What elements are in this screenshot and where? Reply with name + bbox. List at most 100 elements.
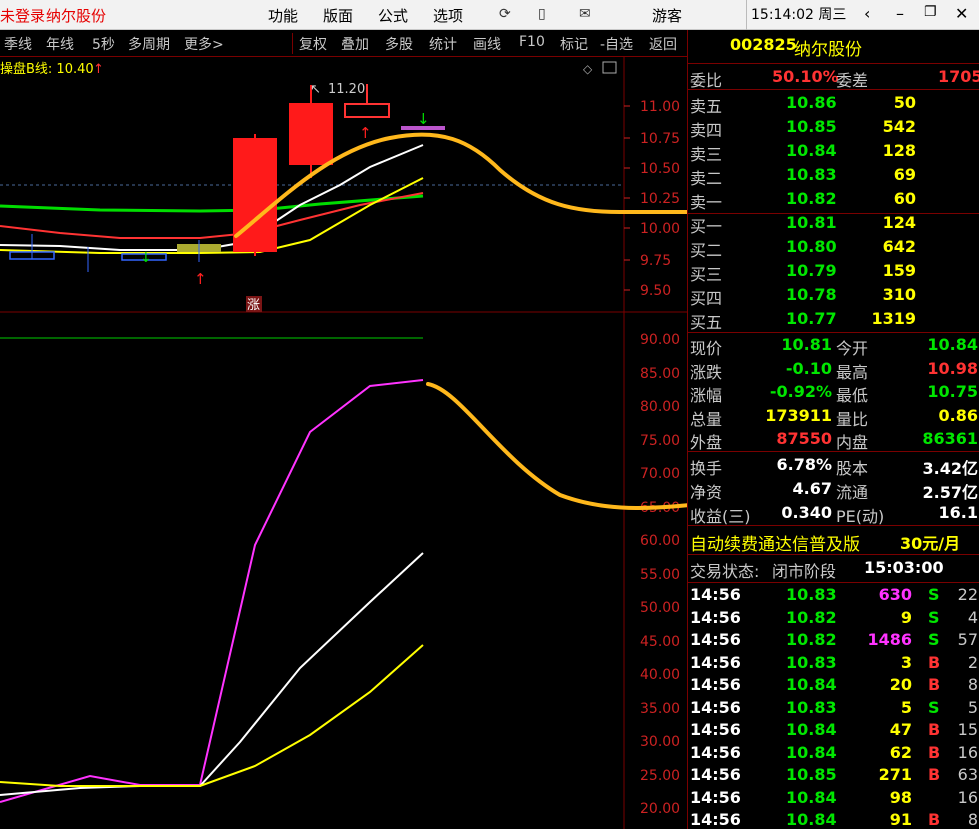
stat-label: 净资 <box>690 483 723 502</box>
bid-row[interactable]: 买五 10.77 1319 <box>688 308 979 332</box>
promo-price[interactable]: 30元/月 <box>900 530 960 554</box>
menu-function[interactable]: 功能 <box>268 5 298 26</box>
tick-price: 10.83 <box>786 652 837 672</box>
stat-value: 86361 <box>922 429 978 448</box>
stat-row: 涨跌 -0.10 最高 10.98 <box>688 358 979 382</box>
bid-label: 买四 <box>690 289 723 308</box>
tick-row[interactable]: 14:56 10.83 5 S 5 <box>688 697 979 720</box>
bid-row[interactable]: 买二 10.80 642 <box>688 236 979 260</box>
stat-row: 涨幅 -0.92% 最低 10.75 <box>688 381 979 405</box>
tick-time: 14:56 <box>690 697 741 717</box>
trading-app-window: 未登录 纳尔股份 功能 版面 公式 选项 ⟳ ▯ ✉ 游客 15:14:02 周… <box>0 0 979 829</box>
quote-panel: 002825 纳尔股份 委比 50.10% 委差 1705 卖五 10.86 50 卖… <box>687 30 979 829</box>
window-stock-title: 纳尔股份 <box>46 7 107 25</box>
tick-row[interactable]: 14:56 10.83 3 B 2 <box>688 652 979 675</box>
ask-row[interactable]: 卖五 10.86 50 <box>688 92 979 116</box>
bid-volume: 310 <box>882 285 916 304</box>
pane-maximize-icon[interactable] <box>602 61 617 74</box>
tick-row[interactable]: 14:56 10.83 630 S 22 <box>688 584 979 607</box>
peak-price-label: ↖ <box>310 82 321 97</box>
candlesticks <box>9 84 445 272</box>
ask-row[interactable]: 卖二 10.83 69 <box>688 164 979 188</box>
statistics-button[interactable]: 统计 <box>429 34 457 54</box>
menu-layout[interactable]: 版面 <box>323 5 353 26</box>
mark-button[interactable]: 标记 <box>560 34 588 54</box>
bid-row[interactable]: 买一 10.81 124 <box>688 212 979 236</box>
mail-icon[interactable]: ✉ <box>579 6 591 22</box>
indicator-arrow: ↑ <box>93 62 104 77</box>
minimize-icon[interactable]: – <box>896 4 904 23</box>
clock-display: 15:14:02 周三 <box>746 0 850 30</box>
stat-label: 收益(三) <box>690 507 751 526</box>
ask-price: 10.84 <box>786 141 837 160</box>
ask-row[interactable]: 卖四 10.85 542 <box>688 116 979 140</box>
buy-signal-arrow: ↑ <box>194 270 207 288</box>
tick-row[interactable]: 14:56 10.84 20 B 8 <box>688 674 979 697</box>
return-button[interactable]: 返回 <box>649 34 677 54</box>
restore-icon[interactable]: ❐ <box>924 4 937 20</box>
kline-chart[interactable]: 11.00 10.75 10.50 10.25 10.00 9.75 9.50 … <box>0 57 687 829</box>
clock-weekday: 周三 <box>818 7 847 23</box>
back-icon[interactable]: ‹ <box>864 4 870 23</box>
trade-status: 闭市阶段 <box>772 562 837 581</box>
login-status-link[interactable]: 未登录 <box>0 5 45 26</box>
ask-volume: 542 <box>882 117 916 136</box>
draw-line-button[interactable]: 画线 <box>473 34 501 54</box>
tick-time: 14:56 <box>690 720 741 739</box>
tick-count: 2 <box>967 652 978 672</box>
tick-row[interactable]: 14:56 10.82 1486 S 57 <box>688 629 979 652</box>
period-5s-button[interactable]: 5秒 <box>92 34 115 54</box>
stat-value: 0.86 <box>938 405 978 425</box>
ask-label: 卖四 <box>690 121 723 140</box>
osc-tick: 25.00 <box>640 768 680 784</box>
weibi-value: 50.10% <box>772 67 839 86</box>
adjust-rights-button[interactable]: 复权 <box>299 34 327 54</box>
more-periods-button[interactable]: 更多> <box>184 34 224 54</box>
promo-row[interactable]: 自动续费通达信普及版 30元/月 <box>688 529 979 555</box>
period-year-button[interactable]: 年线 <box>46 34 74 54</box>
bid-row[interactable]: 买三 10.79 159 <box>688 260 979 284</box>
peak-price-value: 11.20 <box>328 82 365 97</box>
tick-price: 10.84 <box>786 720 837 739</box>
weicha-value: 1705 <box>938 67 979 86</box>
close-icon[interactable]: ✕ <box>955 4 968 23</box>
clock-time: 15:14:02 <box>751 7 814 23</box>
ask-row[interactable]: 卖一 10.82 60 <box>688 188 979 212</box>
diamond-icon[interactable]: ◇ <box>583 62 593 76</box>
tick-row[interactable]: 14:56 10.84 91 B 8 <box>688 809 979 829</box>
osc-tick: 60.00 <box>640 533 680 549</box>
overlay-button[interactable]: 叠加 <box>341 34 369 54</box>
menu-options[interactable]: 选项 <box>433 5 463 26</box>
stat-value: 0.340 <box>781 503 832 522</box>
guest-user-label[interactable]: 游客 <box>652 5 682 26</box>
remove-watchlist-button[interactable]: -自选 <box>600 34 633 54</box>
refresh-icon[interactable]: ⟳ <box>499 6 511 22</box>
phone-icon[interactable]: ▯ <box>538 6 546 22</box>
ask-price: 10.83 <box>786 165 837 184</box>
price-tick: 11.00 <box>640 99 680 115</box>
tick-row[interactable]: 14:56 10.84 62 B 16 <box>688 742 979 765</box>
tick-count: 57 <box>957 630 978 649</box>
multi-stock-button[interactable]: 多股 <box>385 34 413 54</box>
tick-row[interactable]: 14:56 10.82 9 S 4 <box>688 607 979 630</box>
title-menu-bar: 未登录 纳尔股份 功能 版面 公式 选项 ⟳ ▯ ✉ 游客 15:14:02 周… <box>0 0 979 30</box>
tick-row[interactable]: 14:56 10.84 98 16 <box>688 787 979 810</box>
tick-row[interactable]: 14:56 10.85 271 B 63 <box>688 764 979 787</box>
bid-volume: 124 <box>882 213 916 232</box>
tick-price: 10.82 <box>786 607 837 627</box>
ask-row[interactable]: 卖三 10.84 128 <box>688 140 979 164</box>
bid-row[interactable]: 买四 10.78 310 <box>688 284 979 308</box>
tick-time: 14:56 <box>690 787 741 807</box>
multi-period-button[interactable]: 多周期 <box>128 34 170 54</box>
stat-label: 今开 <box>836 339 869 358</box>
ask-price: 10.82 <box>786 189 837 208</box>
promo-text[interactable]: 自动续费通达信普及版 <box>690 530 860 555</box>
period-season-button[interactable]: 季线 <box>4 34 32 54</box>
stat-value: -0.10 <box>785 358 832 378</box>
osc-tick: 45.00 <box>640 634 680 650</box>
menu-formula[interactable]: 公式 <box>378 5 408 26</box>
price-tick: 9.75 <box>640 253 671 269</box>
f10-button[interactable]: F10 <box>519 34 545 50</box>
stat-label: 最高 <box>836 362 869 382</box>
tick-row[interactable]: 14:56 10.84 47 B 15 <box>688 719 979 742</box>
